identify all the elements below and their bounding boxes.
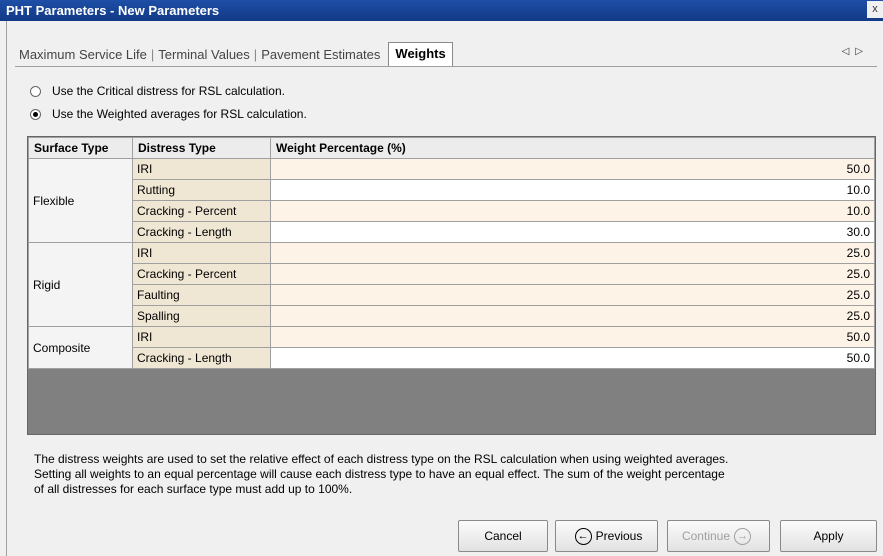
tab-maximum-service-life[interactable]: Maximum Service Life [15, 44, 151, 66]
radio-button-unselected[interactable] [30, 85, 41, 97]
cancel-label: Cancel [484, 529, 522, 543]
close-icon[interactable]: x [867, 1, 883, 18]
tab-terminal-values[interactable]: Terminal Values [154, 44, 254, 66]
tab-scroll-right-icon[interactable]: ▷ [855, 46, 869, 57]
header-surface-type: Surface Type [28, 137, 133, 159]
help-note: The distress weights are used to set the… [34, 452, 879, 497]
weight-cell[interactable]: 10.0 [270, 179, 875, 201]
table-header-row: Surface Type Distress Type Weight Percen… [28, 137, 875, 159]
weight-cell[interactable]: 25.0 [270, 284, 875, 306]
note-line: The distress weights are used to set the… [34, 452, 729, 466]
note-line: Setting all weights to an equal percenta… [34, 467, 725, 481]
table-row: Cracking - Length 50.0 [29, 347, 875, 369]
table-row: Composite IRI 50.0 [28, 326, 875, 369]
tab-scroll-arrows: ◁▷ [842, 46, 869, 57]
weights-table: Surface Type Distress Type Weight Percen… [28, 137, 875, 369]
window-title: PHT Parameters - New Parameters [6, 3, 220, 18]
tab-scroll-left-icon[interactable]: ◁ [842, 46, 856, 57]
cancel-button[interactable]: Cancel [458, 520, 548, 552]
distress-type-cell: Faulting [132, 284, 271, 306]
distress-type-cell: Cracking - Length [132, 347, 271, 369]
tab-strip: Maximum Service Life | Terminal Values |… [15, 42, 877, 67]
weight-cell[interactable]: 25.0 [270, 263, 875, 285]
weight-cell[interactable]: 25.0 [270, 242, 875, 264]
surface-type-cell: Rigid [28, 242, 133, 327]
header-distress-type: Distress Type [132, 137, 271, 159]
table-row: Rigid IRI 25.0 [28, 242, 875, 327]
weight-cell[interactable]: 30.0 [270, 221, 875, 243]
table-row: Cracking - Percent 25.0 [29, 263, 875, 285]
weight-cell[interactable]: 25.0 [270, 305, 875, 327]
distress-type-cell: Spalling [132, 305, 271, 327]
surface-type-cell: Composite [28, 326, 133, 369]
weights-grid: Surface Type Distress Type Weight Percen… [27, 136, 876, 435]
radio-button-selected[interactable] [30, 108, 41, 120]
tab-weights[interactable]: Weights [388, 42, 453, 66]
title-bar: PHT Parameters - New Parameters x [0, 0, 883, 21]
table-row: Flexible IRI 50.0 [28, 158, 875, 243]
previous-label: Previous [595, 529, 643, 543]
option-critical-distress[interactable]: Use the Critical distress for RSL calcul… [30, 84, 285, 98]
distress-type-cell: IRI [132, 242, 271, 264]
tab-pavement-estimates[interactable]: Pavement Estimates [257, 44, 384, 66]
distress-type-cell: IRI [132, 326, 271, 348]
distress-type-cell: Cracking - Percent [132, 200, 271, 222]
distress-type-cell: IRI [132, 158, 271, 180]
arrow-left-circle-icon: ← [574, 527, 592, 545]
distress-type-cell: Rutting [132, 179, 271, 201]
weight-cell[interactable]: 10.0 [270, 200, 875, 222]
surface-type-cell: Flexible [28, 158, 133, 243]
weight-cell[interactable]: 50.0 [270, 326, 875, 348]
weight-cell[interactable]: 50.0 [270, 158, 875, 180]
weight-cell[interactable]: 50.0 [270, 347, 875, 369]
distress-type-cell: Cracking - Length [132, 221, 271, 243]
distress-type-cell: Cracking - Percent [132, 263, 271, 285]
header-weight-percentage: Weight Percentage (%) [270, 137, 875, 159]
window-border [6, 21, 7, 556]
table-row: Faulting 25.0 [29, 284, 875, 306]
arrow-right-circle-icon: → [734, 527, 752, 545]
apply-button[interactable]: Apply [780, 520, 877, 552]
continue-button[interactable]: Continue → [667, 520, 770, 552]
table-row: Cracking - Percent 10.0 [29, 200, 875, 222]
option-critical-label: Use the Critical distress for RSL calcul… [52, 84, 285, 98]
table-row: Rutting 10.0 [29, 179, 875, 201]
option-weighted-label: Use the Weighted averages for RSL calcul… [52, 107, 307, 121]
note-line: of all distresses for each surface type … [34, 482, 353, 496]
previous-button[interactable]: ← Previous [555, 520, 658, 552]
table-row: Cracking - Length 30.0 [29, 221, 875, 243]
continue-label: Continue [681, 529, 731, 543]
option-weighted-averages[interactable]: Use the Weighted averages for RSL calcul… [30, 107, 307, 121]
apply-label: Apply [813, 529, 844, 543]
table-row: Spalling 25.0 [29, 305, 875, 327]
